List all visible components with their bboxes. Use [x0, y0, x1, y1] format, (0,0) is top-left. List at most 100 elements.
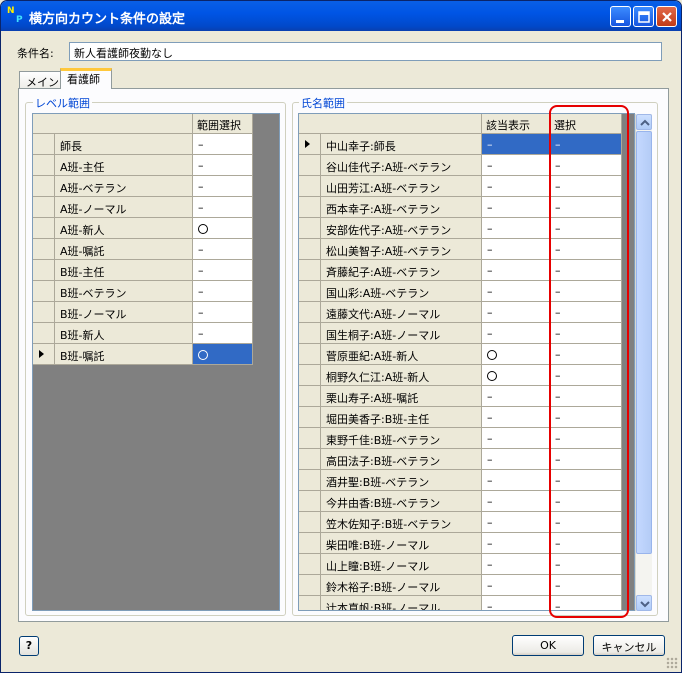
- circle-mark-icon: [487, 350, 497, 360]
- applicable-cell[interactable]: –: [482, 533, 550, 554]
- row-header[interactable]: [299, 407, 321, 428]
- maximize-button[interactable]: [633, 6, 654, 27]
- title-bar[interactable]: NP 横方向カウント条件の設定: [1, 1, 681, 31]
- row-header[interactable]: [33, 260, 55, 281]
- level-label-cell: B班-嘱託: [55, 344, 193, 365]
- row-header[interactable]: [299, 344, 321, 365]
- minimize-button[interactable]: [610, 6, 631, 27]
- row-header[interactable]: [299, 470, 321, 491]
- ok-button[interactable]: OK: [512, 635, 584, 656]
- row-header[interactable]: [299, 218, 321, 239]
- help-button[interactable]: ?: [19, 636, 39, 656]
- row-header[interactable]: [33, 218, 55, 239]
- range-select-cell[interactable]: –: [193, 302, 253, 323]
- close-button[interactable]: [656, 6, 677, 27]
- applicable-column-header: 該当表示: [482, 114, 550, 134]
- current-row-arrow-icon: [39, 350, 44, 358]
- range-select-column-header: 範囲選択: [193, 114, 253, 134]
- applicable-cell[interactable]: –: [482, 176, 550, 197]
- row-header[interactable]: [299, 155, 321, 176]
- applicable-cell[interactable]: –: [482, 134, 550, 155]
- resize-grip[interactable]: [666, 657, 678, 669]
- nurse-name-cell: 高田法子:B班-ベテラン: [321, 449, 482, 470]
- applicable-cell[interactable]: –: [482, 449, 550, 470]
- applicable-cell[interactable]: –: [482, 323, 550, 344]
- row-header[interactable]: [299, 134, 321, 155]
- row-header[interactable]: [299, 512, 321, 533]
- applicable-cell[interactable]: –: [482, 155, 550, 176]
- range-select-cell[interactable]: –: [193, 281, 253, 302]
- row-header[interactable]: [33, 239, 55, 260]
- chevron-up-icon: [640, 119, 650, 126]
- scroll-up-button[interactable]: [636, 114, 652, 130]
- level-range-grid[interactable]: 範囲選択 師長 – A班-主任 – A班-ベテラン – A班-ノーマル – A班-新人 A班-嘱託…: [32, 113, 280, 611]
- row-header[interactable]: [299, 596, 321, 610]
- range-select-cell[interactable]: [193, 218, 253, 239]
- applicable-cell[interactable]: [482, 344, 550, 365]
- row-header[interactable]: [33, 281, 55, 302]
- row-header[interactable]: [299, 239, 321, 260]
- range-select-cell[interactable]: –: [193, 323, 253, 344]
- row-header[interactable]: [299, 260, 321, 281]
- applicable-cell[interactable]: –: [482, 386, 550, 407]
- dialog-window: NP 横方向カウント条件の設定 条件名: 新人看護師夜勤なし メイン 看護師 レ…: [0, 0, 682, 673]
- applicable-cell[interactable]: –: [482, 554, 550, 575]
- range-select-cell[interactable]: –: [193, 155, 253, 176]
- row-header[interactable]: [299, 386, 321, 407]
- range-select-cell[interactable]: –: [193, 260, 253, 281]
- applicable-cell[interactable]: –: [482, 281, 550, 302]
- scroll-thumb[interactable]: [636, 131, 652, 554]
- applicable-cell[interactable]: –: [482, 575, 550, 596]
- row-header[interactable]: [33, 155, 55, 176]
- scroll-down-button[interactable]: [636, 595, 652, 611]
- applicable-cell[interactable]: –: [482, 470, 550, 491]
- circle-mark-icon: [198, 224, 208, 234]
- tab-nurse[interactable]: 看護師: [60, 68, 112, 89]
- nurse-name-cell: 栗山寿子:A班-嘱託: [321, 386, 482, 407]
- range-select-cell[interactable]: –: [193, 239, 253, 260]
- applicable-cell[interactable]: –: [482, 218, 550, 239]
- applicable-cell[interactable]: –: [482, 302, 550, 323]
- row-header[interactable]: [299, 281, 321, 302]
- applicable-cell[interactable]: –: [482, 260, 550, 281]
- row-header[interactable]: [299, 176, 321, 197]
- row-header[interactable]: [299, 449, 321, 470]
- level-range-title: レベル範囲: [33, 95, 92, 111]
- row-header[interactable]: [33, 176, 55, 197]
- cancel-button[interactable]: キャンセル: [593, 635, 665, 656]
- row-header[interactable]: [299, 533, 321, 554]
- nurse-name-cell: 松山美智子:A班-ベテラン: [321, 239, 482, 260]
- row-header[interactable]: [33, 197, 55, 218]
- range-select-cell[interactable]: –: [193, 197, 253, 218]
- row-header[interactable]: [299, 302, 321, 323]
- applicable-cell[interactable]: –: [482, 512, 550, 533]
- applicable-cell[interactable]: –: [482, 197, 550, 218]
- applicable-cell[interactable]: –: [482, 239, 550, 260]
- row-header[interactable]: [299, 197, 321, 218]
- applicable-cell[interactable]: –: [482, 491, 550, 512]
- selection-column-highlight: [549, 105, 629, 618]
- applicable-cell[interactable]: –: [482, 407, 550, 428]
- row-header[interactable]: [33, 302, 55, 323]
- range-select-cell[interactable]: [193, 344, 253, 365]
- applicable-cell[interactable]: –: [482, 596, 550, 610]
- row-header[interactable]: [299, 575, 321, 596]
- row-header[interactable]: [299, 323, 321, 344]
- row-header[interactable]: [33, 344, 55, 365]
- condition-name-label: 条件名:: [17, 47, 54, 60]
- nurse-name-cell: 斉藤紀子:A班-ベテラン: [321, 260, 482, 281]
- level-label-cell: B班-ベテラン: [55, 281, 193, 302]
- level-label-cell: A班-主任: [55, 155, 193, 176]
- range-select-cell[interactable]: –: [193, 176, 253, 197]
- range-select-cell[interactable]: –: [193, 134, 253, 155]
- row-header[interactable]: [33, 323, 55, 344]
- row-header[interactable]: [299, 365, 321, 386]
- row-header[interactable]: [299, 554, 321, 575]
- row-header[interactable]: [299, 428, 321, 449]
- condition-name-input[interactable]: 新人看護師夜勤なし: [69, 42, 662, 61]
- row-header[interactable]: [33, 134, 55, 155]
- applicable-cell[interactable]: –: [482, 428, 550, 449]
- name-grid-scrollbar[interactable]: [635, 114, 652, 611]
- row-header[interactable]: [299, 491, 321, 512]
- applicable-cell[interactable]: [482, 365, 550, 386]
